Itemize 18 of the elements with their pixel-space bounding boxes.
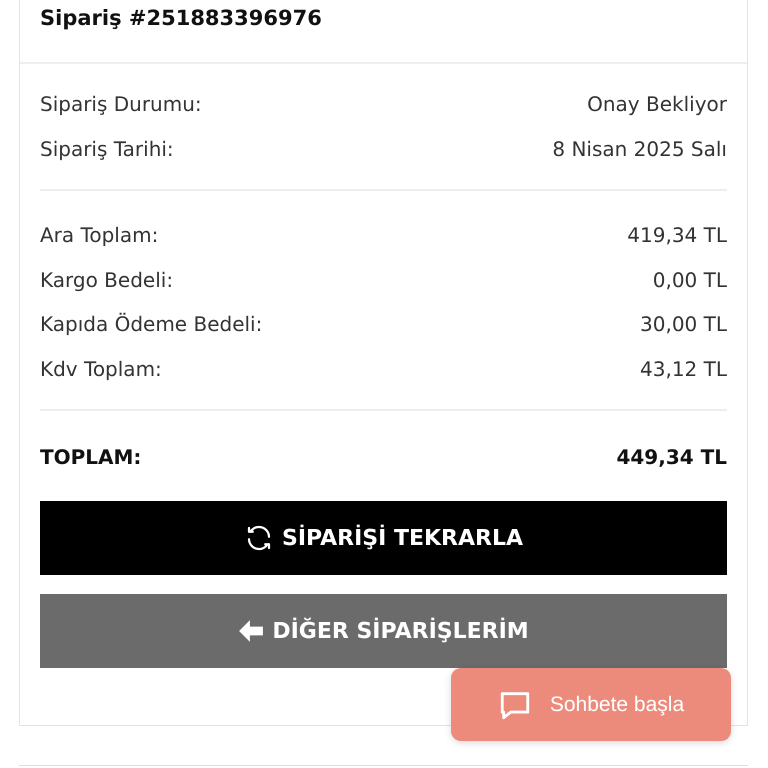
row-value: Onay Bekliyor (587, 91, 727, 118)
row-label: Kargo Bedeli: (40, 266, 174, 294)
row-label: Sipariş Durumu: (40, 91, 202, 118)
row-label: Kdv Toplam: (40, 356, 162, 382)
row-value: 8 Nisan 2025 Salı (552, 136, 727, 162)
row-value: 43,12 TL (640, 356, 727, 382)
row-label: Kapıda Ödeme Bedeli: (40, 311, 262, 338)
reorder-button[interactable]: SİPARİŞİ TEKRARLA (40, 501, 727, 575)
row-value: 30,00 TL (640, 311, 727, 338)
row-value: 0,00 TL (652, 266, 727, 294)
other-orders-button[interactable]: DİĞER SİPARİŞLERİM (40, 594, 727, 668)
left-arrow-icon (238, 619, 264, 643)
total-label: TOPLAM: (40, 444, 142, 471)
row-label: Ara Toplam: (40, 222, 158, 249)
row-value: 419,34 TL (627, 222, 727, 249)
total-value: 449,34 TL (616, 444, 727, 471)
row-label: Sipariş Tarihi: (40, 136, 174, 162)
order-title: Sipariş #251883396976 (40, 6, 322, 30)
